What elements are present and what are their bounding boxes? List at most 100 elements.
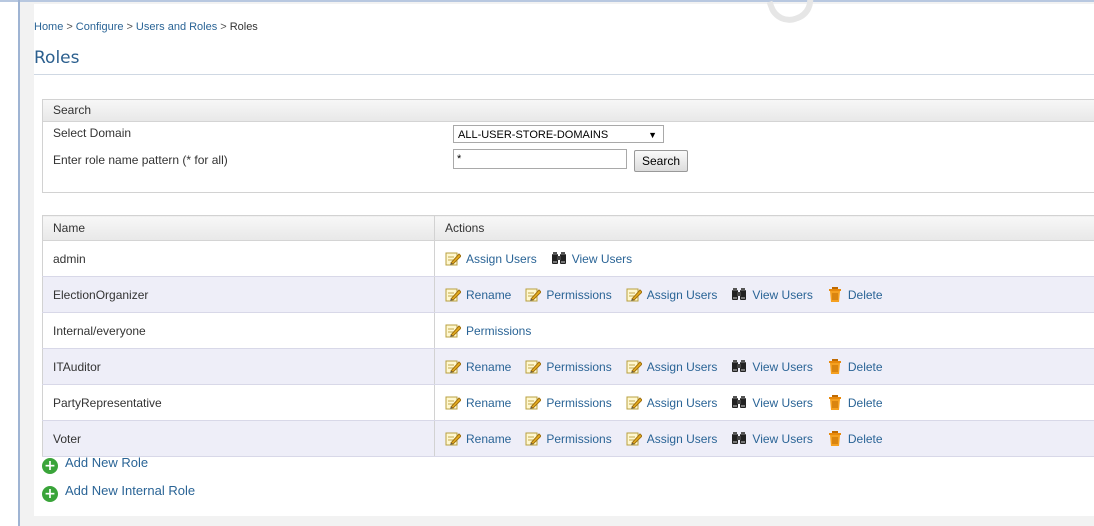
edit-icon [445,395,462,410]
add-new-role-label: Add New Role [65,455,149,470]
permissions-action[interactable]: Permissions [525,359,612,374]
binoculars-icon [731,287,747,302]
rename-label: Rename [466,288,512,302]
role-name-cell: PartyRepresentative [42,384,435,421]
edit-icon [445,359,462,374]
add-new-role-link[interactable]: + Add New Role [42,455,148,474]
add-icon: + [42,458,58,474]
table-row: ITAuditor Rename Permissions Assign Users Vi… [42,348,1094,385]
breadcrumb-configure[interactable]: Configure [76,21,124,33]
rename-action[interactable]: Rename [445,431,511,446]
edit-icon [445,431,462,446]
edit-icon [445,251,462,266]
assign-users-label: Assign Users [646,360,718,374]
rename-label: Rename [466,432,512,446]
delete-action[interactable]: Delete [827,395,883,410]
rename-label: Rename [466,396,512,410]
table-row: ElectionOrganizer Rename Permissions Assign… [42,276,1094,313]
view-users-action[interactable]: View Users [731,395,813,410]
delete-label: Delete [847,360,883,374]
binoculars-icon [731,431,747,446]
binoculars-icon [551,251,567,266]
view-users-action[interactable]: View Users [551,251,632,266]
domain-select[interactable]: ALL-USER-STORE-DOMAINS ▼ [453,125,664,143]
assign-users-label: Assign Users [466,252,537,266]
breadcrumb-separator: > [220,21,227,33]
breadcrumb-home[interactable]: Home [34,21,63,33]
view-users-label: View Users [752,360,813,374]
rename-action[interactable]: Rename [445,359,511,374]
role-name-cell: Voter [42,420,435,457]
assign-users-label: Assign Users [646,432,718,446]
view-users-label: View Users [571,252,633,266]
view-users-label: View Users [752,396,813,410]
dropdown-arrow-icon: ▼ [648,130,657,140]
permissions-action[interactable]: Permissions [525,431,612,446]
rename-action[interactable]: Rename [445,395,511,410]
delete-action[interactable]: Delete [827,359,883,374]
assign-users-label: Assign Users [646,288,718,302]
role-actions-cell: Rename Permissions Assign Users View Users D… [434,276,1094,313]
role-name-cell: ITAuditor [42,348,435,385]
breadcrumb-users-and-roles[interactable]: Users and Roles [136,21,217,33]
add-new-internal-role-label: Add New Internal Role [65,483,196,498]
content-panel: Home > Configure > Users and Roles > Roles Rol… [20,2,1094,526]
view-users-label: View Users [752,288,813,302]
permissions-action[interactable]: Permissions [525,287,612,302]
view-users-action[interactable]: View Users [731,431,813,446]
permissions-action[interactable]: Permissions [445,323,531,338]
search-header: Search [43,100,1094,122]
role-actions-cell: Rename Permissions Assign Users View Users D… [434,384,1094,421]
permissions-label: Permissions [546,396,612,410]
table-row: PartyRepresentative Rename Permissions Assi… [42,384,1094,421]
table-row: admin Assign Users View Users [42,240,1094,277]
assign-users-label: Assign Users [646,396,718,410]
assign-users-action[interactable]: Assign Users [445,251,537,266]
pattern-row: Enter role name pattern (* for all) Sear… [43,145,1094,175]
add-new-internal-role-link[interactable]: + Add New Internal Role [42,483,195,502]
column-header-actions: Actions [434,215,1094,241]
breadcrumb-separator: > [126,21,133,33]
view-users-label: View Users [752,432,813,446]
assign-users-action[interactable]: Assign Users [626,287,718,302]
assign-users-action[interactable]: Assign Users [626,431,718,446]
search-panel: Search Select Domain ALL-USER-STORE-DOMA… [42,99,1094,193]
assign-users-action[interactable]: Assign Users [626,359,718,374]
role-name-cell: Internal/everyone [42,312,435,349]
delete-action[interactable]: Delete [827,287,883,302]
edit-icon [445,323,462,338]
permissions-label: Permissions [546,360,612,374]
trash-icon [827,431,843,446]
rename-label: Rename [466,360,512,374]
roles-table-body: admin Assign Users View Users ElectionOrgan… [42,240,1094,457]
domain-label: Select Domain [53,126,132,140]
role-actions-cell: Rename Permissions Assign Users View Users D… [434,420,1094,457]
edit-icon [626,395,643,410]
delete-action[interactable]: Delete [827,431,883,446]
edit-icon [626,359,643,374]
table-row: Internal/everyone Permissions [42,312,1094,349]
edit-icon [445,287,462,302]
view-users-action[interactable]: View Users [731,359,813,374]
edit-icon [525,287,543,302]
role-actions-cell: Rename Permissions Assign Users View Users D… [434,348,1094,385]
role-name-cell: ElectionOrganizer [42,276,435,313]
binoculars-icon [731,359,747,374]
assign-users-action[interactable]: Assign Users [626,395,718,410]
permissions-action[interactable]: Permissions [525,395,612,410]
role-pattern-input[interactable] [453,149,627,169]
binoculars-icon [731,395,747,410]
breadcrumb-separator: > [66,21,73,33]
rename-action[interactable]: Rename [445,287,511,302]
search-button[interactable]: Search [634,150,688,172]
add-icon: + [42,486,58,502]
edit-icon [525,431,543,446]
edit-icon [626,287,643,302]
role-actions-cell: Permissions [434,312,1094,349]
edit-icon [626,431,643,446]
column-header-name: Name [42,215,435,241]
delete-label: Delete [847,396,883,410]
role-name-cell: admin [42,240,435,277]
permissions-label: Permissions [546,432,612,446]
view-users-action[interactable]: View Users [731,287,813,302]
